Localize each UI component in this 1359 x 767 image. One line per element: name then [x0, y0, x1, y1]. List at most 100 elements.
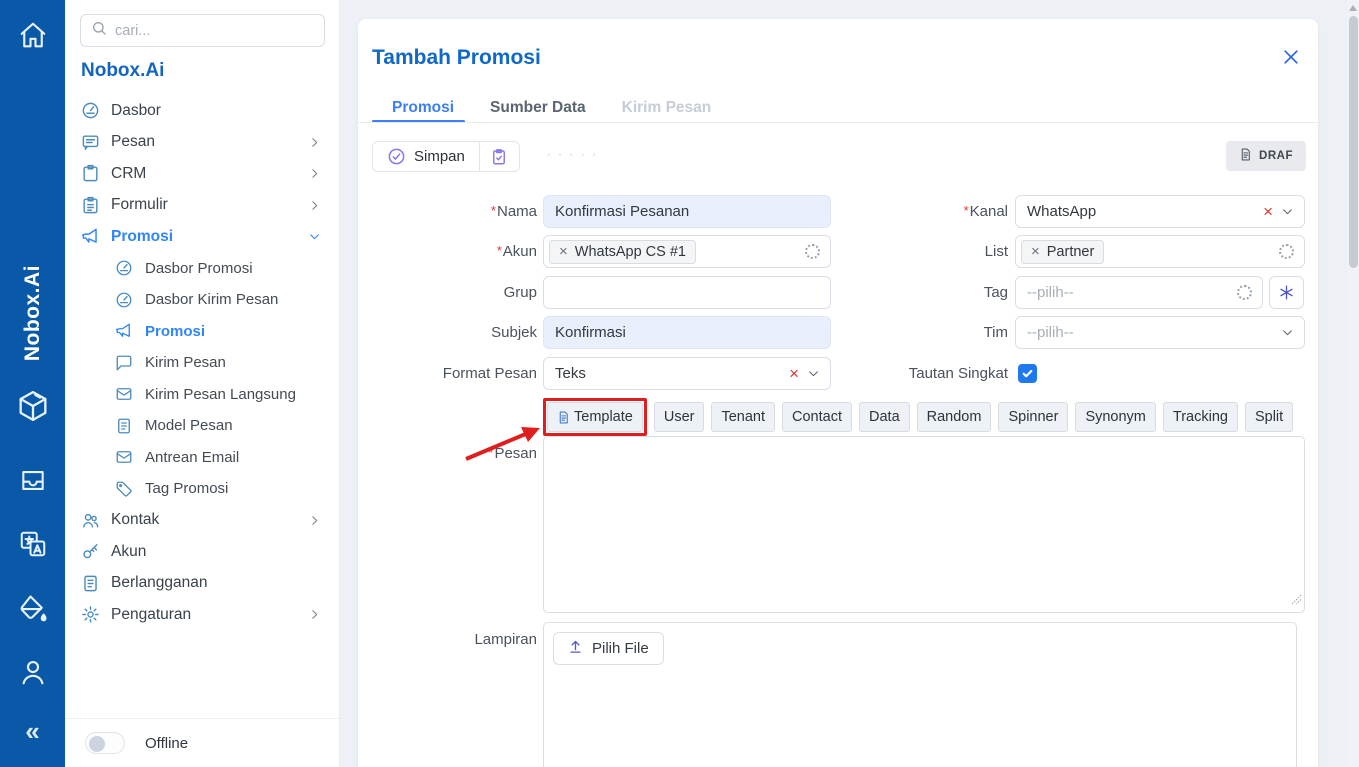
nama-input[interactable] — [544, 203, 830, 220]
kanal-select[interactable]: WhatsApp × — [1015, 195, 1305, 228]
inbox-icon[interactable] — [18, 466, 47, 495]
sidebar-item-label: Pengaturan — [111, 606, 297, 624]
sidebar-item-kirim-pesan[interactable]: Kirim Pesan — [65, 347, 340, 379]
kanal-label: *Kanal — [964, 203, 1008, 220]
search-input[interactable] — [115, 23, 314, 39]
sidebar-item-promosi[interactable]: Promosi — [65, 221, 340, 253]
paint-bucket-icon[interactable] — [18, 594, 48, 624]
list-multiselect[interactable]: ×Partner — [1015, 235, 1305, 268]
akun-multiselect[interactable]: ×WhatsApp CS #1 — [543, 235, 831, 268]
sidebar-item-dasbor-promosi[interactable]: Dasbor Promosi — [65, 253, 340, 285]
people-icon — [81, 511, 100, 530]
insert-split-button[interactable]: Split — [1245, 402, 1293, 432]
megaphone-icon — [81, 227, 100, 246]
sidebar-item-formulir[interactable]: Formulir — [65, 190, 340, 222]
akun-label: *Akun — [497, 243, 537, 260]
insert-random-button[interactable]: Random — [917, 402, 992, 432]
sidebar-item-berlangganan[interactable]: Berlangganan — [65, 568, 340, 600]
tab-promosi[interactable]: Promosi — [392, 99, 454, 117]
pesan-label: *Pesan — [488, 445, 537, 462]
tautan-singkat-checkbox[interactable] — [1018, 364, 1037, 383]
app-root: Nobox.Ai « Nobox.Ai — [0, 0, 1359, 767]
subjek-input[interactable] — [544, 324, 830, 341]
tab-divider — [358, 122, 1318, 123]
save-button[interactable]: Simpan — [373, 142, 479, 171]
tim-select[interactable]: --pilih-- — [1015, 316, 1305, 349]
chevron-down-icon[interactable] — [1281, 205, 1294, 218]
draf-button[interactable]: DRAF — [1226, 141, 1306, 171]
grup-label: Grup — [504, 284, 537, 301]
format-pesan-value: Teks — [544, 365, 586, 382]
insert-tenant-button[interactable]: Tenant — [711, 402, 775, 432]
clipboard-check-icon — [490, 148, 508, 166]
tab-sumber-data[interactable]: Sumber Data — [490, 99, 586, 117]
vertical-scrollbar[interactable] — [1347, 0, 1359, 767]
pilih-file-button[interactable]: Pilih File — [553, 632, 664, 665]
resize-handle[interactable] — [1291, 592, 1302, 610]
close-icon[interactable] — [1280, 46, 1302, 68]
key-icon — [81, 542, 100, 561]
tag-multiselect[interactable]: --pilih-- — [1015, 276, 1263, 309]
sidebar-nav: Dasbor Pesan CRM Formulir Promosi — [65, 95, 340, 631]
chevron-down-icon[interactable] — [807, 367, 820, 380]
insert-synonym-button[interactable]: Synonym — [1075, 402, 1155, 432]
sidebar-item-kirim-pesan-langsung[interactable]: Kirim Pesan Langsung — [65, 379, 340, 411]
sidebar-item-crm[interactable]: CRM — [65, 158, 340, 190]
chevron-right-icon — [308, 513, 322, 527]
tag-label: Tag — [984, 284, 1008, 301]
loading-spinner-icon — [1279, 244, 1294, 259]
translate-icon[interactable] — [18, 529, 48, 559]
chip-remove-icon[interactable]: × — [1031, 244, 1040, 259]
insert-template-button[interactable]: Template — [547, 402, 643, 432]
save-button-group: Simpan — [372, 141, 520, 172]
user-icon[interactable] — [18, 657, 48, 687]
tab-kirim-pesan[interactable]: Kirim Pesan — [622, 99, 712, 117]
sidebar-item-akun[interactable]: Akun — [65, 536, 340, 568]
pesan-textarea[interactable] — [544, 437, 1304, 612]
document-icon — [115, 416, 134, 435]
clear-icon[interactable]: × — [1263, 203, 1273, 220]
insert-data-button[interactable]: Data — [859, 402, 910, 432]
collapse-sidebar-icon[interactable]: « — [25, 718, 39, 744]
sidebar-item-pesan[interactable]: Pesan — [65, 127, 340, 159]
home-icon[interactable] — [18, 20, 48, 50]
format-pesan-select[interactable]: Teks × — [543, 357, 831, 390]
sidebar-item-kontak[interactable]: Kontak — [65, 505, 340, 537]
save-draft-button[interactable] — [479, 142, 519, 171]
scrollbar-up-arrow[interactable] — [1349, 5, 1357, 11]
add-tag-button[interactable] — [1269, 276, 1304, 309]
tag-icon — [115, 479, 134, 498]
lampiran-dropzone[interactable]: Pilih File — [543, 622, 1297, 767]
sidebar-item-tag-promosi[interactable]: Tag Promosi — [65, 473, 340, 505]
subjek-label: Subjek — [491, 324, 537, 341]
insert-spinner-button[interactable]: Spinner — [998, 402, 1068, 432]
sidebar-item-antrean-email[interactable]: Antrean Email — [65, 442, 340, 474]
list-label: List — [985, 243, 1008, 260]
sidebar-item-dasbor[interactable]: Dasbor — [65, 95, 340, 127]
sidebar-item-promosi-sub[interactable]: Promosi — [65, 316, 340, 348]
page-title: Tambah Promosi — [372, 46, 541, 70]
sidebar-item-model-pesan[interactable]: Model Pesan — [65, 410, 340, 442]
draf-button-label: DRAF — [1259, 150, 1293, 162]
message-icon — [81, 133, 100, 152]
save-button-label: Simpan — [414, 148, 465, 165]
insert-contact-button[interactable]: Contact — [782, 402, 852, 432]
package-logo-icon[interactable] — [14, 389, 51, 426]
chevron-down-icon — [308, 230, 322, 244]
chip-remove-icon[interactable]: × — [559, 244, 568, 259]
format-pesan-label: Format Pesan — [443, 365, 537, 382]
chevron-down-icon[interactable] — [1281, 326, 1294, 339]
offline-toggle[interactable] — [85, 732, 125, 754]
clear-icon[interactable]: × — [789, 365, 799, 382]
insert-user-button[interactable]: User — [654, 402, 705, 432]
kanal-value: WhatsApp — [1016, 203, 1096, 220]
check-circle-icon — [387, 147, 406, 166]
sidebar-item-label: Model Pesan — [145, 417, 322, 434]
insert-tracking-button[interactable]: Tracking — [1163, 402, 1238, 432]
sidebar-item-label: Kontak — [111, 511, 297, 529]
sidebar-item-dasbor-kirim-pesan[interactable]: Dasbor Kirim Pesan — [65, 284, 340, 316]
sidebar-item-pengaturan[interactable]: Pengaturan — [65, 599, 340, 631]
chevron-right-icon — [308, 167, 322, 181]
grup-input[interactable] — [544, 284, 830, 301]
scrollbar-thumb[interactable] — [1349, 16, 1358, 268]
